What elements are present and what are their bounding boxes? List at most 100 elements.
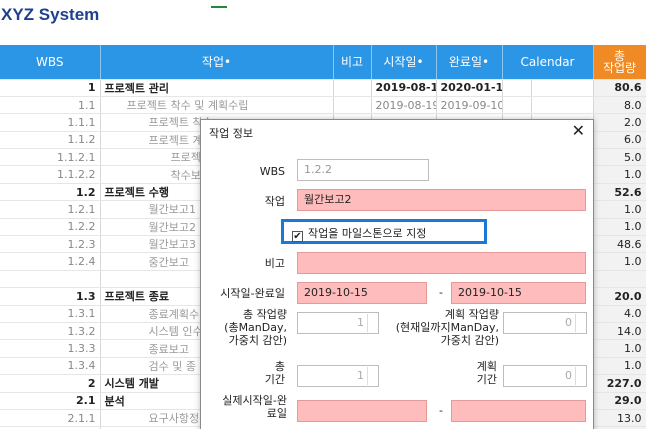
total-work-stepper[interactable]: 1 [297,312,379,334]
calendar-cell[interactable] [531,96,594,115]
total-cell[interactable]: 52.6 [593,183,646,202]
total-cell[interactable]: 29.0 [593,392,646,410]
actual-period-dash: - [439,404,443,417]
app-title: XYZ System [1,5,100,24]
total-cell[interactable]: 227.0 [593,374,646,393]
total-cell[interactable]: 5.0 [593,148,646,167]
planned-work-stepper[interactable]: 0 [503,312,587,334]
total-work-label: 총 작업량 (총ManDay, 가중치 감안) [224,308,287,347]
header-wbs[interactable]: WBS [0,45,101,80]
milestone-label: 작업을 마일스톤으로 지정 [308,227,427,240]
note-cell[interactable] [333,96,372,115]
end-cell[interactable]: 2019-09-10 [436,96,503,115]
planned-work-label: 계획 작업량 (현재일까지ManDay, 가중치 감안) [395,308,499,347]
wbs-cell[interactable]: 1.1 [0,96,101,115]
start-date-field[interactable]: 2019-10-15 [297,282,427,304]
header-task[interactable]: 작업• [100,45,334,80]
wbs-cell[interactable]: 1.1.2.2 [0,165,101,184]
wbs-cell[interactable]: 1.1.2.1 [0,148,101,167]
total-cell[interactable]: 1.0 [593,339,646,358]
wbs-cell[interactable]: 1.3.4 [0,357,101,376]
wbs-cell[interactable] [0,270,101,289]
planned-period-value: 0 [565,369,572,382]
task-cell[interactable]: 프로젝트 착수 및 계획수립 [100,96,334,115]
end-date-field[interactable]: 2019-10-15 [451,282,586,304]
wbs-cell[interactable]: 1.1.1 [0,113,101,132]
wbs-cell[interactable]: 1.1.2 [0,131,101,150]
total-work-value: 1 [357,316,364,329]
note-cell[interactable] [333,79,372,97]
grid-header-row: WBS 작업• 비고 시작일• 완료일• Calendar 총 작업량 [0,45,646,80]
total-cell[interactable]: 6.0 [593,131,646,150]
header-total-line1: 총 [613,48,626,63]
total-cell[interactable]: 1.0 [593,200,646,219]
actual-end-field[interactable] [451,400,586,422]
total-cell[interactable]: 2.0 [593,113,646,132]
wbs-cell[interactable]: 1.3 [0,287,101,306]
calendar-cell[interactable] [502,96,532,115]
stepper-arrows-icon[interactable] [367,314,377,332]
period-label: 시작일-완료일 [220,287,285,300]
total-cell[interactable] [593,270,646,289]
header-end[interactable]: 완료일• [436,45,503,80]
total-cell[interactable]: 20.0 [593,287,646,306]
wbs-cell[interactable]: 2 [0,374,101,393]
wbs-cell[interactable]: 1.3.2 [0,322,101,341]
wbs-cell[interactable]: 1.2 [0,183,101,202]
table-row[interactable]: 1프로젝트 관리 2019-08-192020-01-17 80.6 [0,79,646,97]
wbs-cell[interactable]: 1.2.3 [0,235,101,254]
total-period-label: 총 기간 [264,360,285,386]
total-cell[interactable]: 13.0 [593,409,646,428]
total-cell[interactable]: 8.0 [593,96,646,115]
calendar-cell[interactable] [531,79,594,97]
end-cell[interactable]: 2020-01-17 [436,79,503,97]
stepper-arrows-icon[interactable] [575,367,585,385]
header-calendar[interactable]: Calendar [502,45,594,80]
planned-period-label: 계획 기간 [476,360,497,386]
close-icon[interactable]: ✕ [572,123,585,139]
wbs-cell[interactable]: 2.1.1 [0,409,101,428]
total-cell[interactable]: 1.0 [593,218,646,237]
actual-start-field[interactable] [297,400,427,422]
start-cell[interactable]: 2019-08-19 [371,79,437,97]
total-cell[interactable]: 14.0 [593,322,646,341]
header-total-work[interactable]: 총 작업량 [593,45,646,80]
stepper-arrows-icon[interactable] [367,367,377,385]
selected-cell-indicator [211,0,227,8]
task-cell[interactable]: 프로젝트 관리 [100,79,334,97]
stepper-arrows-icon[interactable] [575,314,585,332]
wbs-cell[interactable]: 1.2.2 [0,218,101,237]
milestone-option[interactable]: ✔ 작업을 마일스톤으로 지정 [281,219,487,244]
wbs-cell[interactable]: 1.2.1 [0,200,101,219]
note-field[interactable] [297,252,586,274]
wbs-cell[interactable]: 1.3.3 [0,339,101,358]
start-cell[interactable]: 2019-08-19 [371,96,437,115]
actual-period-label: 실제시작일-완 료일 [222,394,287,420]
wbs-cell[interactable]: 1.3.1 [0,305,101,323]
total-period-value: 1 [357,369,364,382]
header-total-line2: 작업량 [602,60,637,75]
wbs-cell[interactable]: 1.2.4 [0,252,101,271]
planned-period-stepper[interactable]: 0 [503,365,587,387]
wbs-label: WBS [259,165,285,178]
task-label: 작업 [264,195,285,208]
task-field[interactable]: 월간보고2 [297,189,586,211]
header-start[interactable]: 시작일• [371,45,437,80]
total-cell[interactable]: 1.0 [593,357,646,376]
wbs-cell[interactable]: 1 [0,79,101,97]
wbs-cell[interactable]: 2.1 [0,392,101,410]
wbs-field[interactable]: 1.2.2 [297,159,429,181]
total-cell[interactable]: 80.6 [593,79,646,97]
period-dash: - [439,286,443,299]
total-period-stepper[interactable]: 1 [297,365,379,387]
total-cell[interactable]: 1.0 [593,165,646,184]
table-row[interactable]: 1.1 프로젝트 착수 및 계획수립 2019-08-19 2019-09-10 8.0 [0,96,646,115]
total-cell[interactable]: 48.6 [593,235,646,254]
total-cell[interactable]: 1.0 [593,252,646,271]
calendar-cell[interactable] [502,79,532,97]
planned-work-value: 0 [565,316,572,329]
dialog-title: 작업 정보 [209,127,253,140]
milestone-checkbox[interactable]: ✔ [292,231,303,242]
total-cell[interactable]: 4.0 [593,305,646,323]
header-note[interactable]: 비고 [333,45,372,80]
